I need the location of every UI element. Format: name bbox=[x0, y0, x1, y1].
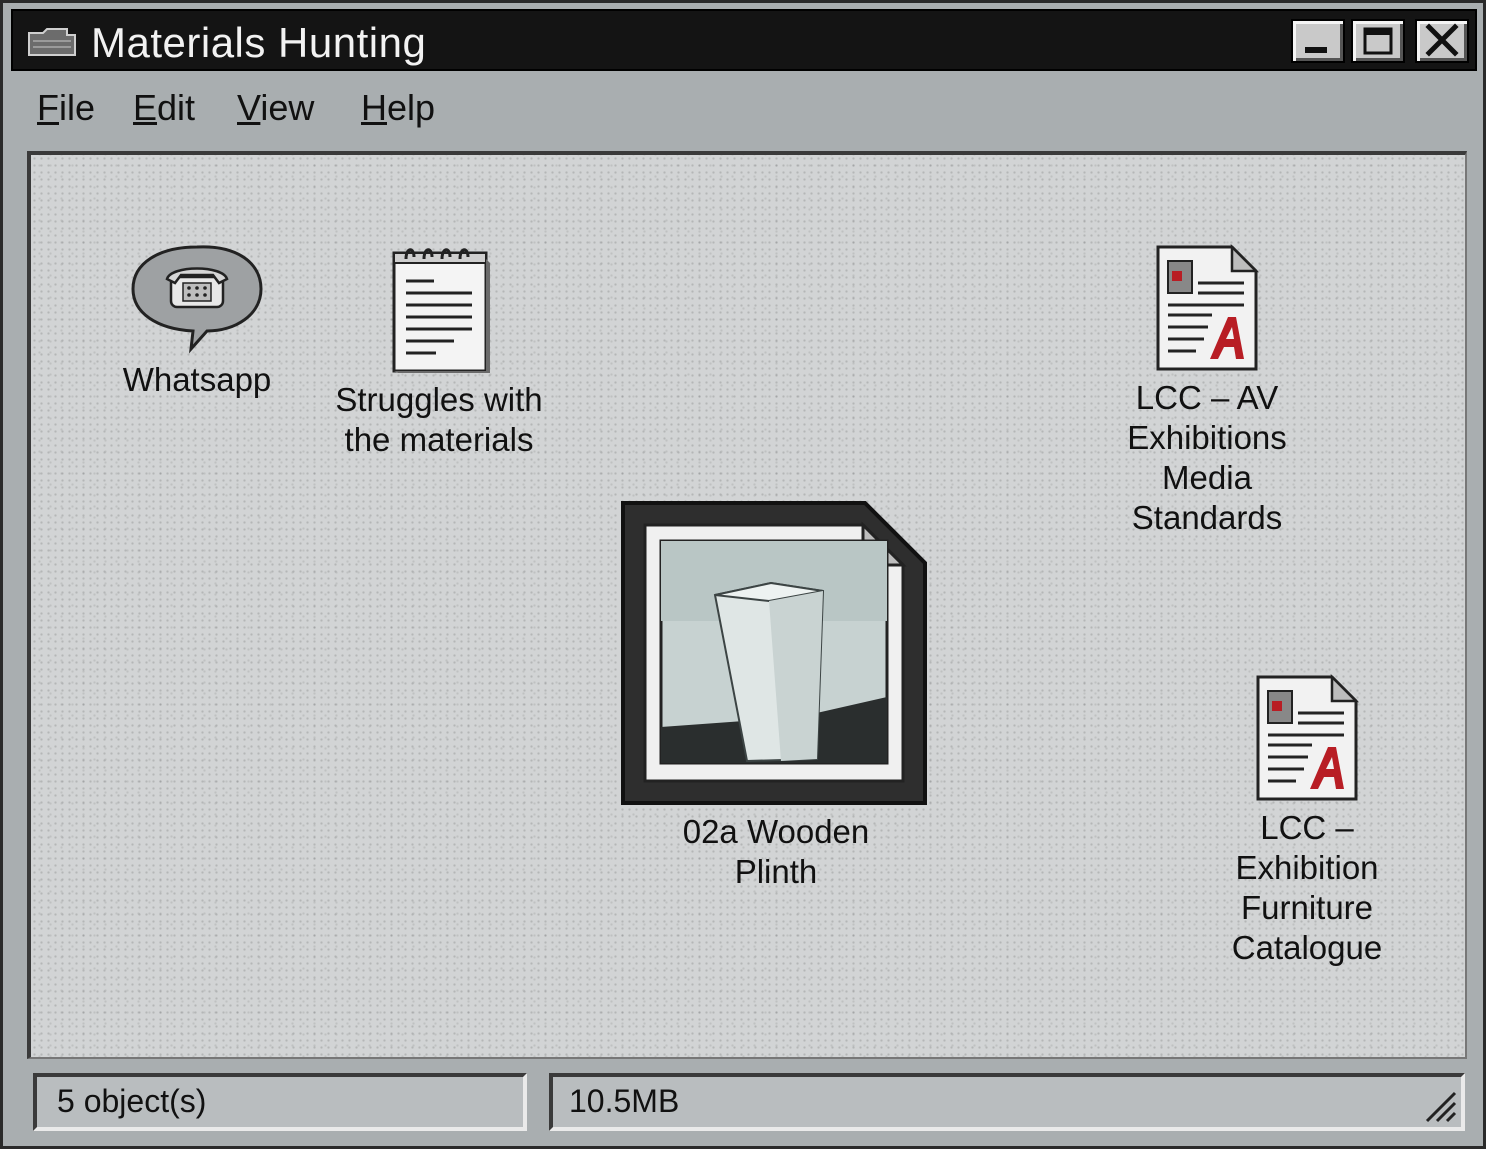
title-bar[interactable]: Materials Hunting bbox=[11, 9, 1477, 71]
file-label: the materials bbox=[344, 421, 534, 458]
menu-view[interactable]: View bbox=[237, 87, 314, 129]
status-bar: 5 object(s) 10.5MB bbox=[27, 1069, 1467, 1137]
file-label: Standards bbox=[1131, 499, 1283, 536]
total-size: 10.5MB bbox=[569, 1083, 680, 1119]
file-struggles-with-the-materials[interactable]: Struggles with the materials bbox=[329, 239, 549, 460]
file-lcc-av-exhibitions-media-standards[interactable]: LCC – AV Exhibitions Media Standards bbox=[1107, 243, 1307, 538]
file-label: Furniture bbox=[1240, 889, 1374, 926]
file-area: Whatsapp Struggles with the materials LC… bbox=[27, 151, 1467, 1059]
file-label: 02a Wooden bbox=[682, 813, 870, 850]
file-label: Media bbox=[1162, 459, 1252, 496]
file-lcc-exhibition-furniture-catalogue[interactable]: LCC – Exhibition Furniture Catalogue bbox=[1207, 673, 1407, 968]
file-label: Exhibitions bbox=[1127, 419, 1287, 456]
minimize-icon bbox=[1305, 47, 1327, 53]
notepad-icon bbox=[392, 248, 490, 373]
maximize-icon bbox=[1363, 27, 1393, 55]
image-thumbnail-icon bbox=[621, 501, 927, 805]
close-button[interactable] bbox=[1415, 19, 1469, 63]
maximize-button[interactable] bbox=[1351, 19, 1405, 63]
menu-edit[interactable]: Edit bbox=[133, 87, 195, 129]
explorer-window: Materials Hunting File Edit View Help Wh… bbox=[0, 0, 1486, 1149]
file-02a-wooden-plinth[interactable]: 02a Wooden Plinth bbox=[611, 497, 941, 892]
menu-help[interactable]: Help bbox=[361, 87, 435, 129]
close-icon bbox=[1425, 23, 1459, 57]
file-whatsapp[interactable]: Whatsapp bbox=[97, 239, 297, 400]
status-panel-size: 10.5MB bbox=[549, 1073, 1465, 1131]
whatsapp-phone-bubble-icon bbox=[131, 245, 263, 354]
status-panel-objects: 5 object(s) bbox=[33, 1073, 527, 1131]
window-title: Materials Hunting bbox=[91, 19, 427, 66]
pdf-document-icon bbox=[1256, 673, 1360, 801]
minimize-button[interactable] bbox=[1291, 19, 1345, 63]
file-label: Plinth bbox=[734, 853, 818, 890]
resize-grip-icon[interactable] bbox=[1421, 1087, 1457, 1123]
pdf-document-icon bbox=[1156, 243, 1260, 371]
folder-icon bbox=[27, 27, 77, 57]
object-count: 5 object(s) bbox=[57, 1083, 207, 1119]
file-label: LCC – bbox=[1260, 809, 1354, 846]
menu-file[interactable]: File bbox=[37, 87, 95, 129]
file-label: Struggles with bbox=[335, 381, 543, 418]
file-label: Whatsapp bbox=[122, 361, 272, 398]
file-label: Exhibition bbox=[1235, 849, 1379, 886]
file-label: Catalogue bbox=[1231, 929, 1383, 966]
file-label: LCC – AV bbox=[1135, 379, 1279, 416]
